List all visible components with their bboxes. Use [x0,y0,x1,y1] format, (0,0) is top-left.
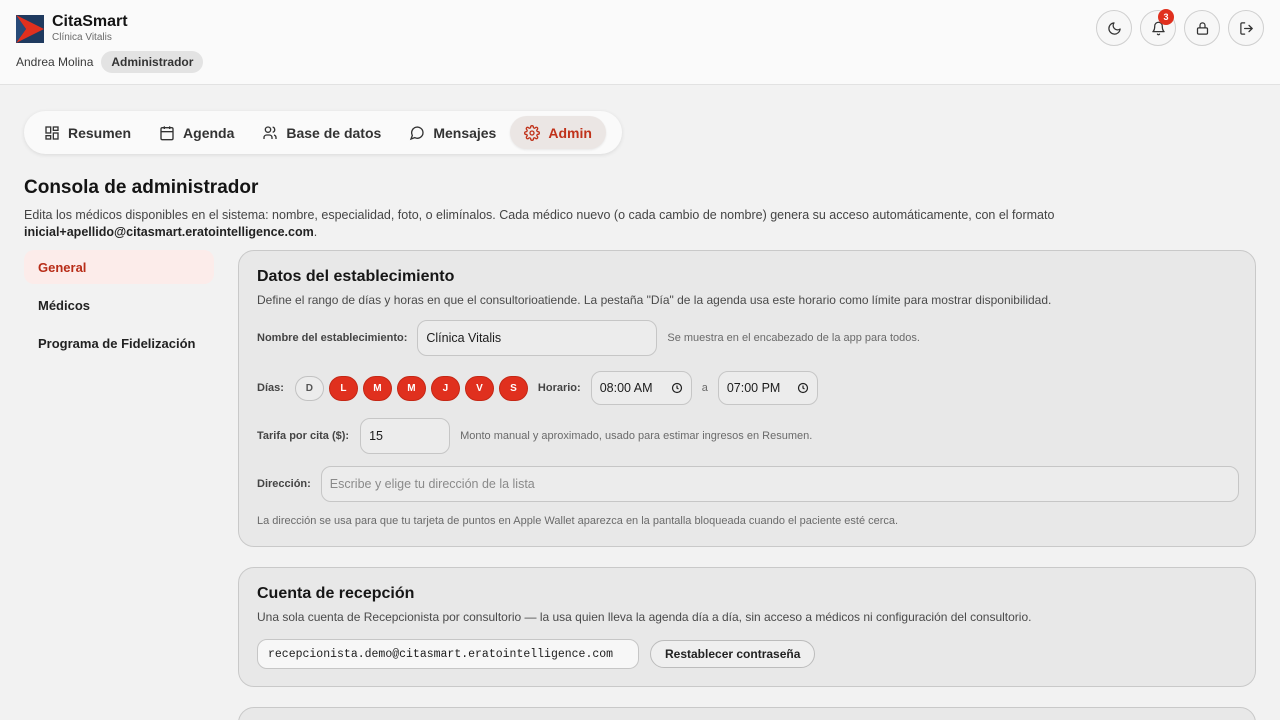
fee-label: Tarifa por cita ($): [257,430,350,442]
start-time-input[interactable]: 08:00 AM [590,371,692,405]
reception-description: Una sola cuenta de Recepcionista por con… [257,610,1032,624]
to-label: a [701,382,708,394]
tab-resumen[interactable]: Resumen [30,116,145,149]
tab-base-de-datos[interactable]: Base de datos [248,116,395,149]
user-name: Andrea Molina [16,55,94,69]
side-item-fidelizacion[interactable]: Programa de Fidelización [24,326,214,360]
top-bar: CitaSmart Clínica Vitalis Andrea Molina … [0,0,1280,85]
logout-button[interactable] [1228,10,1264,46]
clinic-name: Clínica Vitalis [52,32,112,43]
day-toggle-s[interactable]: S [498,375,528,401]
tab-agenda[interactable]: Agenda [145,116,248,149]
next-card [238,707,1256,720]
reception-email: recepcionista.demo@citasmart.eratointell… [257,639,639,669]
page-description-text: Edita los médicos disponibles en el sist… [24,208,1055,222]
schedule-label: Horario: [537,382,581,394]
page-title: Consola de administrador [24,177,259,198]
clock-icon [671,382,682,394]
lock-icon [1196,21,1208,35]
day-toggle-l[interactable]: L [328,375,358,401]
tab-label: Admin [548,124,592,141]
grid-icon [45,125,59,140]
app-logo [16,15,44,43]
role-badge: Administrador [101,51,204,73]
page-description-end: . [313,225,318,239]
day-toggle-m1[interactable]: M [362,375,392,401]
tab-label: Base de datos [286,124,382,141]
theme-toggle-button[interactable] [1096,10,1132,46]
address-placeholder: Escribe y elige tu dirección de la lista [329,477,535,491]
end-time-input[interactable]: 07:00 PM [717,371,818,405]
establishment-description: Define el rango de días y horas en que e… [257,293,1052,307]
users-icon [263,125,278,139]
tab-label: Agenda [183,124,235,141]
address-hint: La dirección se usa para que tu tarjeta … [257,515,899,527]
gear-icon [524,124,541,141]
page-description: Edita los médicos disponibles en el sist… [24,207,1124,241]
tab-mensajes[interactable]: Mensajes [395,116,510,149]
calendar-icon [160,125,174,140]
tab-admin[interactable]: Admin [510,116,606,149]
fee-input[interactable]: 15 [360,418,451,454]
day-toggle-v[interactable]: V [464,375,494,401]
day-toggle-d[interactable]: D [294,375,324,401]
end-time-value: 07:00 PM [726,381,781,395]
name-label: Nombre del establecimiento: [257,332,408,344]
establishment-card: Datos del establecimiento Define el rang… [238,250,1256,547]
tab-label: Mensajes [433,124,497,141]
address-input[interactable]: Escribe y elige tu dirección de la lista [320,466,1239,502]
notifications-button[interactable]: 3 [1140,9,1176,46]
establishment-name-input[interactable]: Clínica Vitalis [417,320,658,356]
notification-count-badge: 3 [1158,9,1174,25]
establishment-title: Datos del establecimiento [257,268,455,285]
reception-card: Cuenta de recepción Una sola cuenta de R… [238,567,1256,687]
start-time-value: 08:00 AM [599,381,653,395]
tab-label: Resumen [68,124,132,141]
lock-button[interactable] [1184,10,1220,46]
main-nav: Resumen Agenda Base de datos Mensajes Ad… [24,111,622,154]
day-toggle-m2[interactable]: M [396,375,426,401]
day-toggle-j[interactable]: J [430,375,460,401]
reset-password-button[interactable]: Restablecer contraseña [650,640,816,668]
email-format: inicial+apellido@citasmart.eratointellig… [24,225,314,239]
side-item-medicos[interactable]: Médicos [24,288,214,322]
address-label: Dirección: [257,478,311,490]
reception-title: Cuenta de recepción [257,585,415,602]
app-name: CitaSmart [52,13,128,30]
moon-icon [1107,21,1121,35]
logout-icon [1239,21,1253,35]
admin-side-menu: General Médicos Programa de Fidelización [24,250,214,364]
days-label: Días: [257,382,284,394]
name-hint: Se muestra en el encabezado de la app pa… [667,332,920,344]
fee-hint: Monto manual y aproximado, usado para es… [460,430,813,442]
clock-icon [797,382,808,394]
side-item-general[interactable]: General [24,250,214,284]
chat-icon [410,125,424,140]
brand[interactable]: CitaSmart Clínica Vitalis [16,14,128,44]
